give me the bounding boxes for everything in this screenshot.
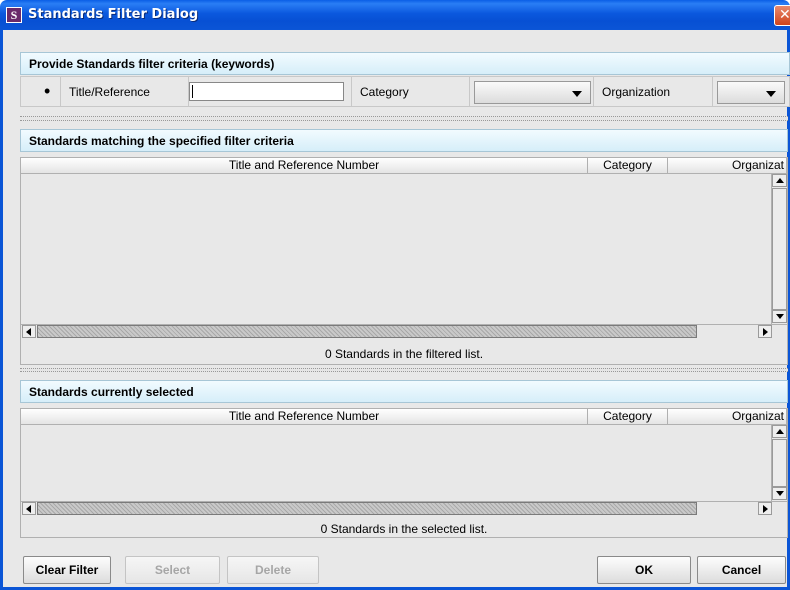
clear-filter-button[interactable]: Clear Filter <box>23 556 111 584</box>
arrow-right-icon <box>763 505 768 513</box>
organization-dropdown[interactable] <box>717 81 785 104</box>
scroll-down-button[interactable] <box>772 310 787 323</box>
title-reference-input[interactable] <box>189 82 344 101</box>
matching-col-organization[interactable]: Organizat <box>668 158 787 174</box>
matching-col-title[interactable]: Title and Reference Number <box>21 158 588 174</box>
select-button[interactable]: Select <box>125 556 220 584</box>
chevron-down-icon <box>766 91 776 97</box>
vertical-scroll-thumb[interactable] <box>772 439 787 487</box>
scroll-up-button[interactable] <box>772 425 787 438</box>
horizontal-scroll-thumb[interactable] <box>37 325 697 338</box>
selected-status: 0 Standards in the selected list. <box>320 522 488 536</box>
text-caret <box>192 85 193 98</box>
scroll-left-button[interactable] <box>22 502 36 515</box>
delete-button[interactable]: Delete <box>227 556 319 584</box>
organization-label-cell: Organization <box>593 77 713 106</box>
ok-button[interactable]: OK <box>597 556 691 584</box>
organization-label: Organization <box>602 85 671 99</box>
arrow-up-icon <box>776 178 784 183</box>
selected-section-header: Standards currently selected <box>20 380 788 403</box>
title-label-cell: Title/Reference <box>61 77 189 106</box>
arrow-left-icon <box>26 505 31 513</box>
close-icon: ✕ <box>779 7 790 23</box>
arrow-down-icon <box>776 491 784 496</box>
selected-col-organization[interactable]: Organizat <box>668 409 787 425</box>
scroll-right-button[interactable] <box>758 502 772 515</box>
selected-col-title[interactable]: Title and Reference Number <box>21 409 588 425</box>
filter-separator <box>20 116 788 121</box>
arrow-right-icon <box>763 328 768 336</box>
filter-section-header: Provide Standards filter criteria (keywo… <box>20 52 790 75</box>
arrow-up-icon <box>776 429 784 434</box>
selected-horizontal-scrollbar[interactable] <box>21 501 787 515</box>
bullet-cell: • <box>21 77 61 106</box>
category-dropdown[interactable] <box>474 81 591 104</box>
arrow-down-icon <box>776 314 784 319</box>
cancel-button[interactable]: Cancel <box>697 556 786 584</box>
window-title: Standards Filter Dialog <box>28 7 199 22</box>
filter-row: • Title/Reference Category Organization <box>20 76 790 107</box>
matching-horizontal-scrollbar[interactable] <box>21 324 787 338</box>
category-label: Category <box>360 85 409 99</box>
scroll-right-button[interactable] <box>758 325 772 338</box>
scroll-down-button[interactable] <box>772 487 787 500</box>
chevron-down-icon <box>572 91 582 97</box>
matching-table: Title and Reference Number Category Orga… <box>20 157 788 365</box>
title-reference-label: Title/Reference <box>69 85 150 99</box>
arrow-left-icon <box>26 328 31 336</box>
horizontal-scroll-thumb[interactable] <box>37 502 697 515</box>
title-bar[interactable]: S Standards Filter Dialog ✕ <box>0 0 790 30</box>
matching-vertical-scrollbar[interactable] <box>771 174 787 324</box>
section-splitter[interactable] <box>20 368 788 372</box>
selected-vertical-scrollbar[interactable] <box>771 425 787 501</box>
matching-status: 0 Standards in the filtered list. <box>324 347 484 361</box>
selected-col-category[interactable]: Category <box>588 409 668 425</box>
scroll-up-button[interactable] <box>772 174 787 187</box>
app-icon: S <box>6 7 22 23</box>
close-button[interactable]: ✕ <box>774 5 790 26</box>
scroll-left-button[interactable] <box>22 325 36 338</box>
category-label-cell: Category <box>351 77 470 106</box>
matching-section-header: Standards matching the specified filter … <box>20 129 788 152</box>
selected-table: Title and Reference Number Category Orga… <box>20 408 788 538</box>
bullet-icon: • <box>44 81 51 101</box>
matching-col-category[interactable]: Category <box>588 158 668 174</box>
vertical-scroll-thumb[interactable] <box>772 188 787 310</box>
